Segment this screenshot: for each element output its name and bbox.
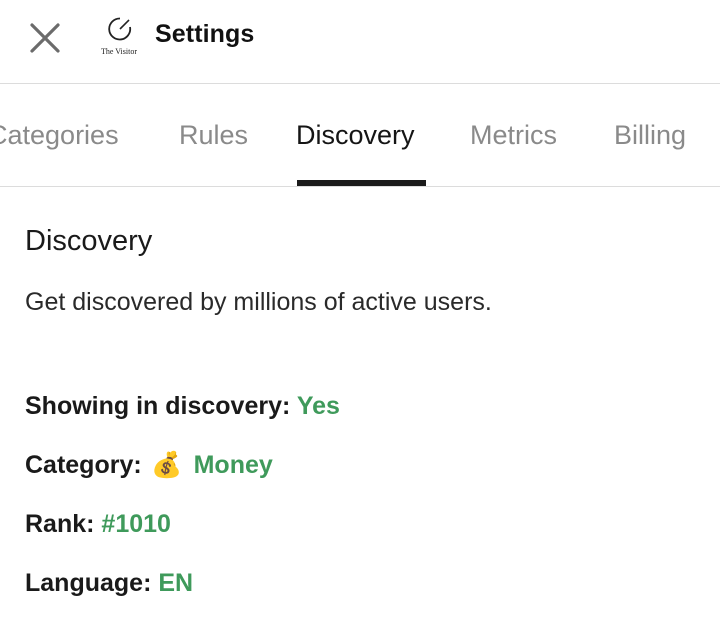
section-title: Discovery (25, 225, 153, 257)
app-header: The Visitor Settings (0, 0, 720, 84)
category-row: Category: 💰 Money (25, 450, 273, 480)
rank-row: Rank: #1010 (25, 510, 171, 539)
tab-categories[interactable]: Categories (0, 120, 119, 151)
category-label: Category: (25, 451, 142, 479)
section-description: Get discovered by millions of active use… (25, 288, 492, 316)
tab-discovery[interactable]: Discovery (296, 120, 415, 151)
showing-label: Showing in discovery: (25, 392, 291, 420)
tab-metrics[interactable]: Metrics (470, 120, 557, 151)
money-bag-icon: 💰 (151, 450, 183, 479)
rank-label: Rank: (25, 510, 95, 538)
showing-in-discovery-row: Showing in discovery: Yes (25, 392, 340, 421)
tab-billing[interactable]: Billing (614, 120, 686, 151)
page-title: Settings (155, 20, 255, 48)
close-button[interactable] (27, 20, 63, 56)
language-value: EN (158, 569, 194, 597)
rank-value: #1010 (101, 510, 171, 538)
visitor-logo: The Visitor (96, 16, 142, 62)
visitor-logo-icon (108, 17, 132, 41)
language-label: Language: (25, 569, 152, 597)
logo-text: The Visitor (100, 47, 138, 56)
tab-rules[interactable]: Rules (179, 120, 248, 151)
active-tab-indicator (297, 180, 426, 186)
settings-tabs: Categories Rules Discovery Metrics Billi… (0, 84, 720, 187)
close-icon[interactable] (27, 20, 63, 56)
language-row: Language: EN (25, 569, 193, 598)
category-value: Money (193, 451, 273, 479)
showing-value: Yes (296, 392, 340, 420)
